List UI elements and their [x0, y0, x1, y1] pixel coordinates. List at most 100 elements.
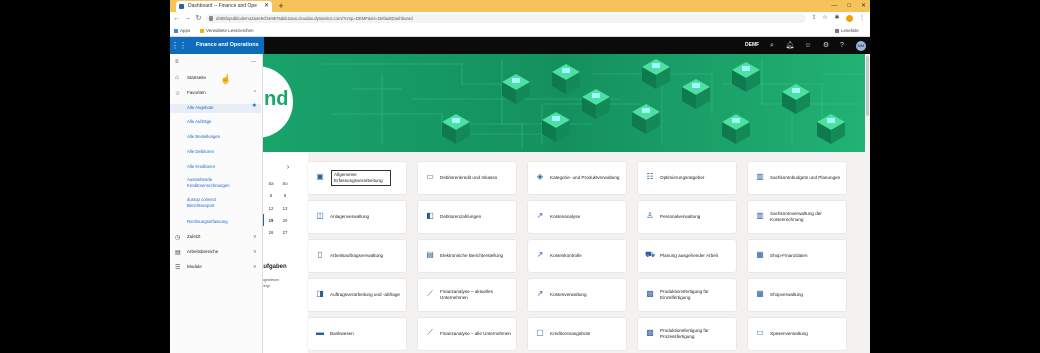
trend-icon: ↗ — [536, 289, 544, 298]
modules-list-icon: ☰ — [175, 265, 181, 271]
help-icon[interactable]: ? — [836, 37, 848, 54]
workspace-tile[interactable]: ▥ Sachkontoverwaltung der Kostenrechnung — [748, 201, 846, 233]
star-filled-icon[interactable]: ★ — [252, 103, 257, 110]
close-window-icon[interactable]: ✕ — [861, 0, 866, 12]
lock-icon — [209, 16, 213, 21]
calendar-day[interactable]: 20 — [279, 218, 291, 223]
search-icon[interactable]: ⌕ — [766, 37, 778, 54]
workspace-tile[interactable]: ◨ Auftragsverarbeitung und -abfrage — [308, 279, 406, 311]
tile-label: Debitorenkredit und Inkasso — [440, 175, 498, 181]
calendar-day[interactable]: 6 — [279, 193, 291, 198]
calendar-day[interactable]: 13 — [279, 206, 291, 211]
clipboard-icon: ▯ — [317, 250, 323, 259]
calendar-day[interactable]: 27 — [279, 230, 291, 235]
browser-menu-icon[interactable]: ⋮ — [858, 13, 866, 24]
workspace-tile[interactable]: ↗ Kostenkontrolle — [528, 240, 626, 272]
window-controls: — □ ✕ — [831, 0, 866, 12]
tile-label: Auftragsverarbeitung und -abfrage — [330, 292, 400, 298]
favorite-item[interactable]: Alle Bestellungen — [187, 134, 261, 140]
maximize-icon[interactable]: □ — [847, 0, 851, 12]
minimize-icon[interactable]: — — [831, 0, 837, 12]
analysis-icon: ⟋ — [427, 328, 433, 337]
reading-list[interactable]: Leseliste — [835, 25, 859, 36]
calendar-day[interactable]: 26 — [265, 230, 277, 235]
bookmark-managed[interactable]: Verwaltete Lesezeichen — [200, 25, 254, 36]
trend-icon: ↗ — [536, 250, 544, 259]
favorite-item[interactable]: Alle Aufträge — [187, 119, 261, 125]
settings-gear-icon[interactable]: ⚙ — [820, 37, 832, 54]
new-tab-button[interactable]: + — [276, 0, 286, 12]
workspace-tile[interactable]: ▢ Kreditorenangebote — [528, 318, 626, 350]
workspace-tile[interactable]: ◧ Debitorenzahlungen — [418, 201, 516, 233]
company-picker[interactable]: DEMF — [745, 37, 759, 54]
workspace-tile[interactable]: ◫ Anlagenverwaltung — [308, 201, 406, 233]
tile-label: Bankwesen — [330, 331, 354, 337]
workspace-tile[interactable]: ▩ Produktionsfertigung für Einzelfertigun… — [638, 279, 736, 311]
tile-label: Sachkontoverwaltung der Kostenrechnung — [770, 211, 822, 222]
chevron-up-icon[interactable]: ^ — [254, 90, 256, 96]
favorite-item[interactable]: Alle Kreditoren — [187, 164, 261, 170]
tile-label: Produktionsfertigung für Einzelfertigung — [660, 289, 709, 300]
chevron-down-icon[interactable]: v — [254, 264, 257, 270]
banner-wordmark: nd — [264, 88, 289, 110]
calendar-day-today[interactable]: 19 — [265, 218, 277, 223]
workspace-tile[interactable]: ☷ Optimierungsratgeber — [638, 162, 736, 194]
workspace-tile[interactable]: ▭ Debitorenkredit und Inkasso — [418, 162, 516, 194]
bookmark-apps[interactable]: Apps — [174, 25, 190, 36]
workspace-tile[interactable]: ▭ Spesenverwaltung — [748, 318, 846, 350]
workspace-tile[interactable]: ↗ Kostenanalyse — [528, 201, 626, 233]
workspace-tile[interactable]: ▬ Bankwesen — [308, 318, 406, 350]
circuit-banner-image — [262, 54, 865, 152]
hamburger-icon[interactable]: ≡ — [175, 59, 179, 65]
tile-label: Arbeitsauftragsverwaltung — [330, 253, 384, 259]
share-icon[interactable]: ⇪ — [810, 13, 818, 24]
workspace-tile[interactable]: ▩ Produktionsfertigung für Prozessfertigu… — [638, 318, 736, 350]
favorite-item[interactable]: dustop connect Berichtsexport — [187, 197, 237, 208]
favorite-item[interactable]: Alle Angebote ★ — [170, 103, 261, 113]
store-icon: ▦ — [756, 250, 764, 259]
workspace-tile[interactable]: ◈ Kategorie- und Produktverwaltung — [528, 162, 626, 194]
workspace-tile[interactable]: ↗ Kostenverwaltung — [528, 279, 626, 311]
workspace-tile[interactable]: ▦ Shopverwaltung — [748, 279, 846, 311]
workspace-tile[interactable]: ⟋ Finanzanalyse – alle Unternehmen — [418, 318, 516, 350]
workspace-tile[interactable]: ▣ Allgemeine Erfassungsverarbeitung — [308, 162, 406, 194]
chevron-up-icon[interactable]: — — [251, 59, 256, 65]
scrollbar-thumb[interactable] — [866, 56, 869, 116]
workspace-tile[interactable]: ▤ Elektronische Berichterstellung — [418, 240, 516, 272]
notifications-icon[interactable]: 🔔︎ — [784, 37, 796, 54]
home-icon: ⌂ — [175, 75, 179, 81]
calendar-day[interactable]: 12 — [265, 206, 277, 211]
tile-label: Finanzanalyse – aktuelles Unternehmen — [440, 289, 493, 300]
calendar-panel: › Sa So 5 6 12 13 19 20 26 27 — [262, 152, 308, 353]
favorite-item[interactable]: Rechnungserfassung — [187, 219, 261, 225]
people-icon: ♙ — [646, 211, 654, 220]
extensions-icon[interactable]: ✱ — [833, 13, 841, 24]
chevron-down-icon[interactable]: v — [254, 234, 257, 240]
bookmark-star-icon[interactable]: ☆ — [821, 13, 829, 24]
calendar-day-header: Sa — [268, 181, 274, 186]
workspace-tile[interactable]: ♙ Personalverwaltung — [638, 201, 736, 233]
workspace-tile[interactable]: ⛟ Planung ausgehender Arbeit — [638, 240, 736, 272]
tile-label: Optimierungsratgeber — [660, 175, 705, 181]
app-launcher-icon[interactable]: ⋮⋮ — [170, 37, 188, 54]
tile-label: Kreditorenangebote — [550, 331, 591, 337]
feedback-smiley-icon[interactable]: ☺ — [802, 37, 814, 54]
chevron-down-icon[interactable]: v — [254, 249, 257, 255]
forward-icon[interactable]: → — [183, 12, 192, 25]
favorite-item[interactable]: Ausstehende Kreditorenrechnungen — [187, 177, 247, 188]
app-title[interactable]: Finance and Operations — [188, 37, 264, 54]
calendar-day[interactable]: 5 — [265, 193, 277, 198]
address-bar[interactable]: d365fopublicdemo2a4e9cf4e9576ddc2aos.clo… — [206, 14, 806, 23]
workspace-tile[interactable]: ▥ Sachkontobudgets und Planungen — [748, 162, 846, 194]
browser-profile-avatar[interactable] — [846, 15, 853, 22]
back-icon[interactable]: ← — [172, 12, 181, 25]
workspace-tile[interactable]: ⟋ Finanzanalyse – aktuelles Unternehmen — [418, 279, 516, 311]
favorite-item[interactable]: Alle Debitoren — [187, 149, 261, 155]
user-avatar[interactable]: MM — [856, 41, 866, 51]
reload-icon[interactable]: ↻ — [194, 12, 203, 25]
workspace-tile[interactable]: ▯ Arbeitsauftragsverwaltung — [308, 240, 406, 272]
workspace-tile[interactable]: ▦ Shop-Finanzdaten — [748, 240, 846, 272]
close-tab-icon[interactable]: ✕ — [264, 1, 269, 12]
calendar-next-icon[interactable]: › — [282, 164, 294, 171]
browser-tab[interactable]: Dashboard -- Finance and Ope ✕ — [176, 1, 272, 12]
